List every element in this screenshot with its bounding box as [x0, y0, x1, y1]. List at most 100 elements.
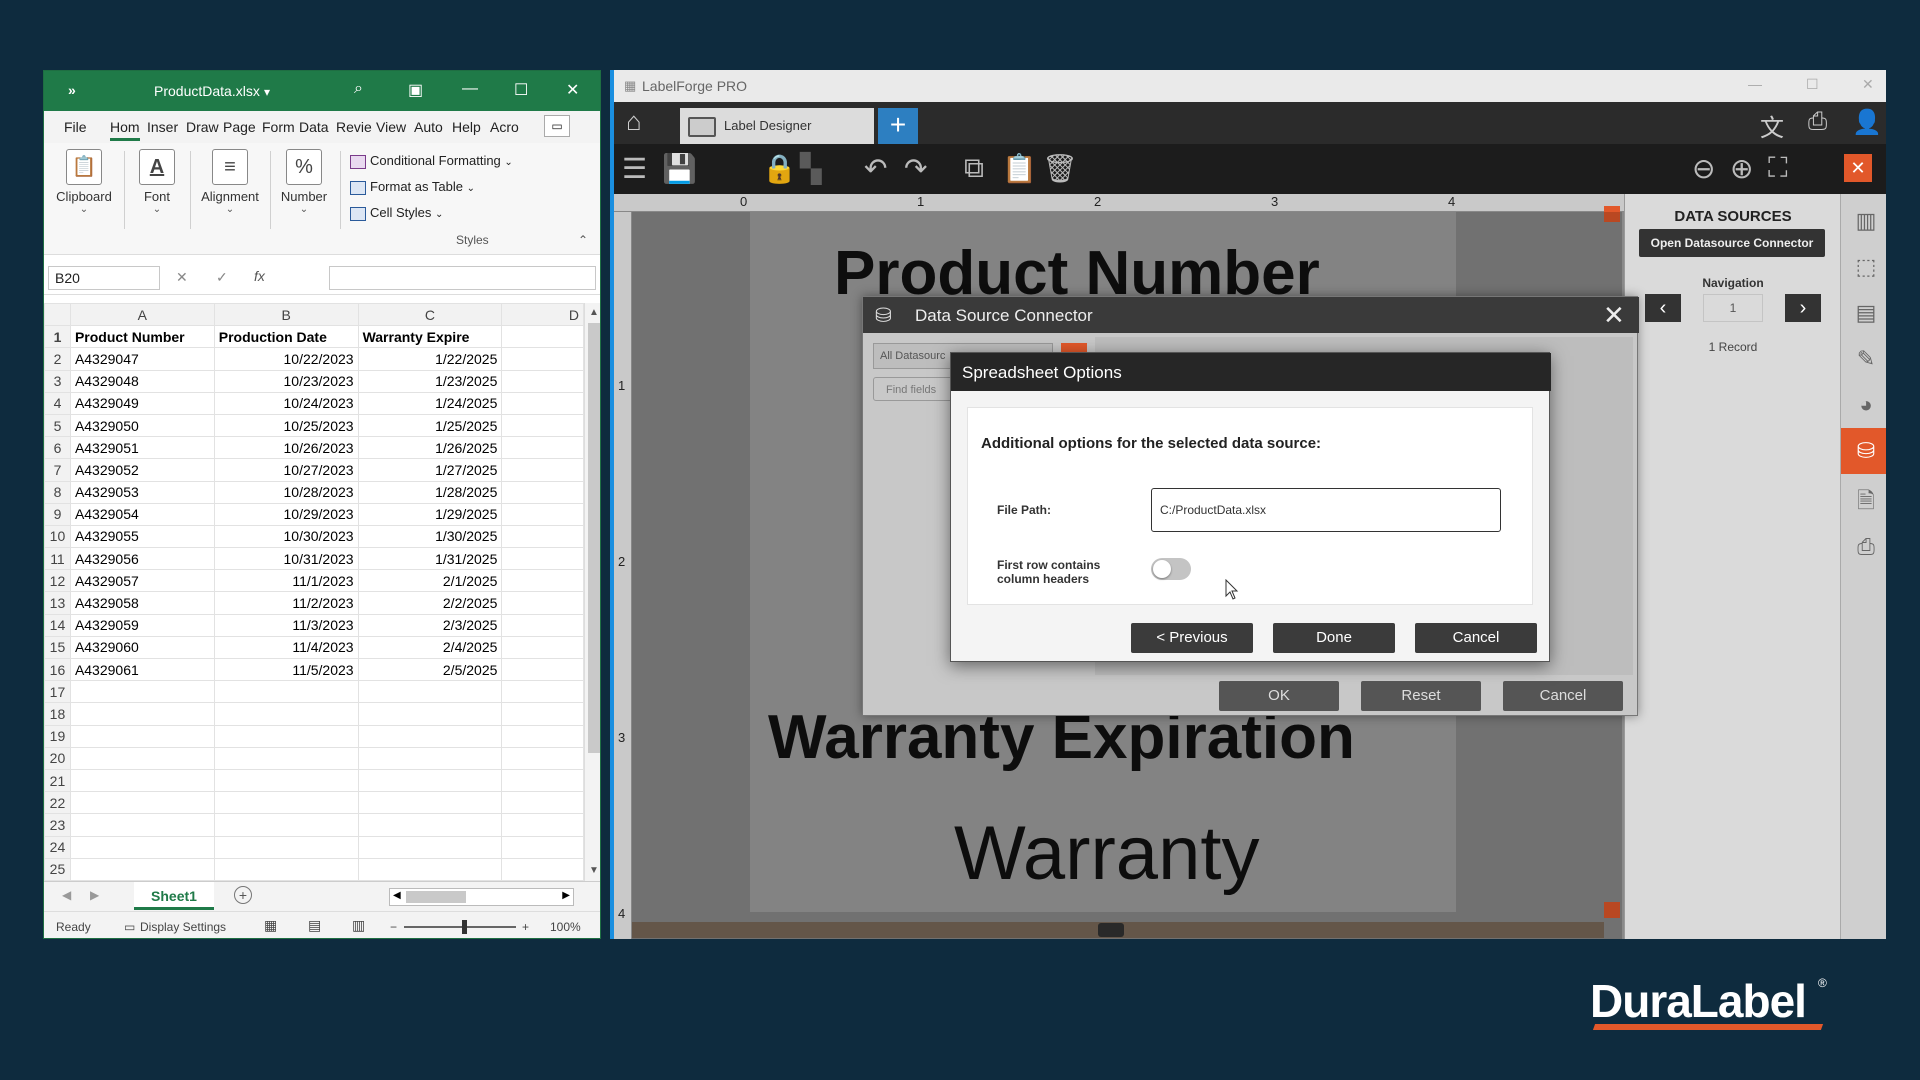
- lock-icon[interactable]: 🔒: [762, 152, 797, 185]
- table-cell[interactable]: A4329050: [69, 413, 215, 438]
- table-row[interactable]: 6 A4329051 10/26/2023 1/26/2025: [44, 436, 584, 460]
- tab-review[interactable]: Revie: [336, 119, 372, 135]
- row-header[interactable]: 17: [44, 680, 71, 704]
- tab-label-designer[interactable]: Label Designer: [680, 108, 874, 144]
- table-row[interactable]: 5 A4329050 10/25/2023 1/25/2025: [44, 413, 584, 438]
- zoom-slider-thumb[interactable]: [462, 920, 467, 934]
- table-cell[interactable]: [501, 369, 584, 393]
- table-cell[interactable]: 2/2/2025: [357, 591, 503, 615]
- done-button[interactable]: Done: [1273, 623, 1395, 653]
- user-settings-icon[interactable]: 👤: [1852, 108, 1882, 137]
- scroll-left-icon[interactable]: ◀: [393, 890, 401, 901]
- column-header-d[interactable]: D: [501, 303, 584, 327]
- home-icon[interactable]: ⌂: [626, 106, 642, 137]
- table-cell[interactable]: 10/25/2023: [213, 413, 359, 438]
- file-path-input[interactable]: C:/ProductData.xlsx: [1151, 488, 1501, 532]
- scroll-down-icon[interactable]: ▼: [589, 865, 599, 876]
- table-cell[interactable]: [501, 569, 584, 593]
- table-cell[interactable]: Production Date: [213, 325, 359, 349]
- clipboard-group[interactable]: 📋 Clipboard ⌄: [52, 149, 116, 215]
- table-cell[interactable]: [501, 502, 584, 526]
- table-cell[interactable]: A4329058: [69, 591, 215, 615]
- chevron-down-icon[interactable]: ▾: [264, 85, 270, 99]
- quick-access-toggle[interactable]: »: [68, 82, 76, 98]
- table-row[interactable]: 2 A4329047 10/22/2023 1/22/2025: [44, 347, 584, 371]
- table-cell[interactable]: [213, 835, 359, 859]
- table-cell[interactable]: 2/3/2025: [357, 613, 503, 637]
- table-cell[interactable]: [501, 347, 584, 371]
- table-cell[interactable]: [501, 768, 584, 793]
- table-cell[interactable]: [357, 702, 503, 726]
- table-cell[interactable]: [213, 702, 359, 726]
- column-header-a[interactable]: A: [69, 303, 215, 327]
- table-cell[interactable]: [357, 857, 503, 881]
- database-icon[interactable]: ⛁: [1841, 428, 1886, 474]
- table-cell[interactable]: [357, 791, 503, 815]
- prev-record-button[interactable]: ‹: [1645, 294, 1681, 322]
- table-row[interactable]: 20: [44, 746, 584, 770]
- close-panel-icon[interactable]: ✕: [1844, 154, 1872, 182]
- spreadsheet-grid[interactable]: A B C D 1 Product Number Production Date Wa…: [44, 303, 584, 881]
- cancel-button[interactable]: Cancel: [1415, 623, 1537, 653]
- row-header[interactable]: 5: [44, 413, 71, 438]
- table-cell[interactable]: [357, 813, 503, 837]
- row-header[interactable]: 1: [44, 325, 71, 349]
- table-cell[interactable]: A4329059: [69, 613, 215, 637]
- table-row[interactable]: 15 A4329060 11/4/2023 2/4/2025: [44, 635, 584, 660]
- group-icon[interactable]: ▚: [800, 152, 822, 185]
- tab-data[interactable]: Data: [299, 119, 329, 135]
- row-header[interactable]: 13: [44, 591, 71, 615]
- column-header-b[interactable]: B: [213, 303, 359, 327]
- new-tab-button[interactable]: +: [878, 108, 918, 144]
- next-sheet-icon[interactable]: ▶: [90, 888, 99, 902]
- check-icon[interactable]: ✓: [216, 269, 228, 286]
- table-cell[interactable]: [213, 791, 359, 815]
- fit-to-screen-icon[interactable]: ⛶: [1768, 152, 1788, 185]
- table-cell[interactable]: A4329052: [69, 458, 215, 482]
- row-header[interactable]: 11: [44, 547, 71, 571]
- table-cell[interactable]: [213, 724, 359, 748]
- table-row[interactable]: 19: [44, 724, 584, 748]
- reset-button[interactable]: Reset: [1361, 681, 1481, 711]
- sheet-tab-sheet1[interactable]: Sheet1: [134, 882, 214, 910]
- ribbon-display-icon[interactable]: ▣: [408, 80, 423, 100]
- tab-home[interactable]: Hom: [110, 119, 140, 141]
- table-cell[interactable]: [501, 835, 584, 859]
- prev-sheet-icon[interactable]: ◀: [62, 888, 71, 902]
- formula-input[interactable]: [329, 266, 596, 290]
- table-cell[interactable]: [501, 391, 584, 415]
- table-cell[interactable]: [501, 613, 584, 637]
- table-cell[interactable]: 10/23/2023: [213, 369, 359, 393]
- column-header-c[interactable]: C: [357, 303, 503, 327]
- table-cell[interactable]: 1/27/2025: [357, 458, 503, 482]
- cancel-button[interactable]: Cancel: [1503, 681, 1623, 711]
- menu-icon[interactable]: ☰: [622, 152, 647, 185]
- row-header[interactable]: 25: [44, 857, 71, 881]
- table-cell[interactable]: 10/28/2023: [213, 480, 359, 504]
- table-cell[interactable]: 1/23/2025: [357, 369, 503, 393]
- table-cell[interactable]: [501, 436, 584, 460]
- minimize-icon[interactable]: —: [1748, 76, 1762, 92]
- table-cell[interactable]: [213, 746, 359, 770]
- table-row[interactable]: 12 A4329057 11/1/2023 2/1/2025: [44, 569, 584, 593]
- table-cell[interactable]: [69, 680, 215, 704]
- barcode-tool-icon[interactable]: ▥: [1849, 204, 1883, 238]
- table-cell[interactable]: [501, 746, 584, 770]
- delete-icon[interactable]: 🗑: [1042, 152, 1078, 185]
- display-settings-button[interactable]: Display Settings: [140, 920, 226, 934]
- maximize-icon[interactable]: ☐: [514, 80, 528, 100]
- horizontal-scrollbar[interactable]: ◀ ▶: [389, 888, 574, 906]
- select-all-corner[interactable]: [44, 303, 71, 327]
- table-cell[interactable]: [213, 857, 359, 881]
- row-header[interactable]: 22: [44, 791, 71, 815]
- zoom-level[interactable]: 100%: [550, 920, 581, 934]
- table-cell[interactable]: 10/31/2023: [213, 547, 359, 571]
- table-cell[interactable]: A4329047: [69, 347, 215, 371]
- previous-button[interactable]: < Previous: [1131, 623, 1253, 653]
- alignment-group[interactable]: ≡ Alignment ⌄: [194, 149, 266, 215]
- table-cell[interactable]: [501, 657, 584, 682]
- table-cell[interactable]: 10/26/2023: [213, 436, 359, 460]
- sheet-table[interactable]: A B C D 1 Product Number Production Date Wa…: [44, 303, 584, 881]
- function-icon[interactable]: fx: [254, 268, 265, 284]
- normal-view-icon[interactable]: ▦: [264, 917, 277, 934]
